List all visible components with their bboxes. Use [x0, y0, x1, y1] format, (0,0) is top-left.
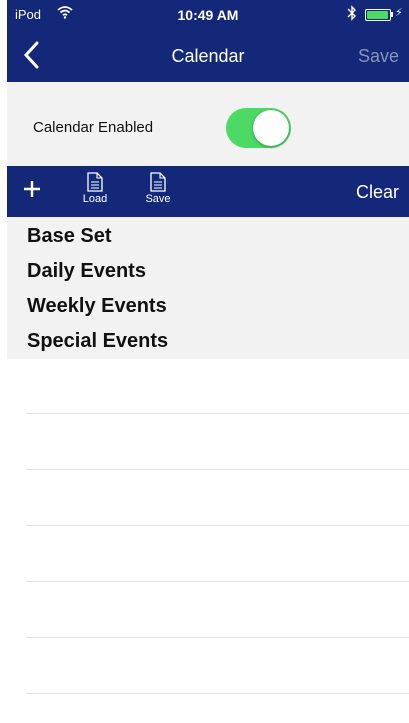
- plus-icon[interactable]: [23, 180, 41, 198]
- save-label: Save: [145, 193, 171, 205]
- page-title: Calendar: [171, 46, 245, 66]
- list-item-base-set[interactable]: Base Set: [27, 225, 112, 248]
- row-divider: [26, 693, 409, 694]
- clear-button[interactable]: Clear: [356, 182, 399, 203]
- status-bar: iPod 10:49 AM ⚡: [7, 0, 409, 30]
- load-button[interactable]: Load: [65, 166, 125, 205]
- list-item-weekly-events[interactable]: Weekly Events: [27, 295, 167, 318]
- nav-save-button[interactable]: Save: [358, 46, 399, 67]
- row-divider: [26, 525, 409, 526]
- battery-level: [367, 11, 388, 19]
- calendar-screen: iPod 10:49 AM ⚡ Calendar Save Calendar E…: [7, 0, 409, 723]
- load-label: Load: [82, 193, 108, 205]
- battery-tip: [391, 12, 393, 17]
- row-divider: [26, 469, 409, 470]
- event-list: Base Set Daily Events Weekly Events Spec…: [7, 217, 409, 359]
- calendar-enabled-row: Calendar Enabled: [7, 82, 409, 166]
- list-item-special-events[interactable]: Special Events: [27, 330, 168, 353]
- calendar-enabled-toggle[interactable]: [226, 108, 291, 148]
- navigation-bar: Calendar Save: [7, 30, 409, 82]
- toggle-knob: [253, 110, 289, 146]
- row-divider: [26, 637, 409, 638]
- row-divider: [26, 413, 409, 414]
- document-icon: [87, 172, 103, 192]
- calendar-enabled-label: Calendar Enabled: [33, 119, 154, 136]
- row-divider: [26, 581, 409, 582]
- charging-icon: ⚡: [395, 7, 403, 19]
- bluetooth-icon: [347, 5, 356, 21]
- toolbar-save-button[interactable]: Save: [128, 166, 188, 205]
- list-item-daily-events[interactable]: Daily Events: [27, 260, 146, 283]
- battery-icon: [365, 9, 391, 21]
- document-icon: [150, 172, 166, 192]
- toolbar: Load Save Clear: [7, 166, 409, 217]
